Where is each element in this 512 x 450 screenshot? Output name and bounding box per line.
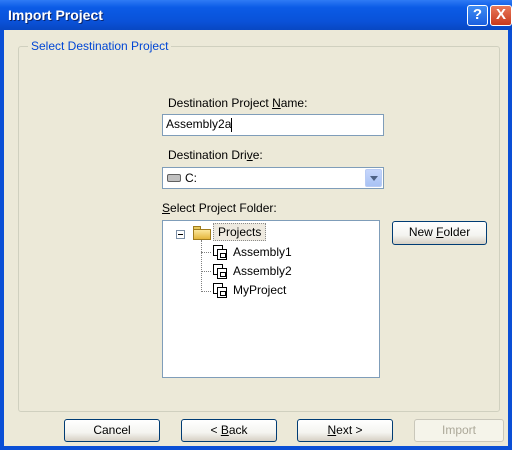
import-project-dialog: Import Project ? X Select Destination Pr…: [0, 0, 512, 450]
tree-line: [201, 252, 211, 253]
title-bar[interactable]: Import Project ? X: [0, 0, 512, 30]
window-title: Import Project: [8, 7, 103, 23]
tree-line: [201, 240, 202, 292]
project-icon: [213, 245, 227, 260]
close-icon: X: [495, 6, 506, 23]
folder-icon: [193, 226, 211, 240]
project-name-label: Destination Project Name:: [168, 96, 308, 110]
new-folder-button[interactable]: New Folder: [392, 221, 487, 245]
help-icon: ?: [472, 6, 483, 23]
drive-select[interactable]: C:: [162, 167, 384, 189]
close-button[interactable]: X: [490, 5, 512, 26]
project-icon: [213, 264, 227, 279]
tree-item-assembly2[interactable]: Assembly2: [233, 264, 292, 278]
tree-line: [201, 271, 211, 272]
tree-item-myproject[interactable]: MyProject: [233, 283, 286, 297]
project-folder-tree[interactable]: Projects Assembly1 Assembly2 MyProject: [162, 220, 380, 378]
drive-value: C:: [185, 171, 197, 185]
chevron-down-icon[interactable]: [365, 169, 382, 187]
help-button[interactable]: ?: [467, 5, 488, 26]
cancel-button[interactable]: Cancel: [64, 419, 160, 442]
dialog-body: Select Destination Project Destination P…: [4, 30, 508, 446]
import-button[interactable]: Import: [414, 419, 504, 442]
project-icon: [213, 283, 227, 298]
drive-label: Destination Drive:: [168, 148, 263, 162]
tree-root-projects[interactable]: Projects: [213, 223, 267, 241]
text-caret: [231, 117, 233, 132]
folder-label: Select Project Folder:: [162, 201, 277, 215]
next-button[interactable]: Next >: [297, 419, 393, 442]
tree-line: [201, 291, 211, 292]
collapse-icon[interactable]: [176, 230, 185, 239]
drive-icon: [167, 174, 181, 182]
project-name-value: Assembly2a: [166, 117, 232, 131]
tree-item-assembly1[interactable]: Assembly1: [233, 245, 292, 259]
group-label: Select Destination Project: [28, 39, 172, 53]
back-button[interactable]: < Back: [181, 419, 277, 442]
project-name-input[interactable]: Assembly2a: [162, 114, 384, 136]
